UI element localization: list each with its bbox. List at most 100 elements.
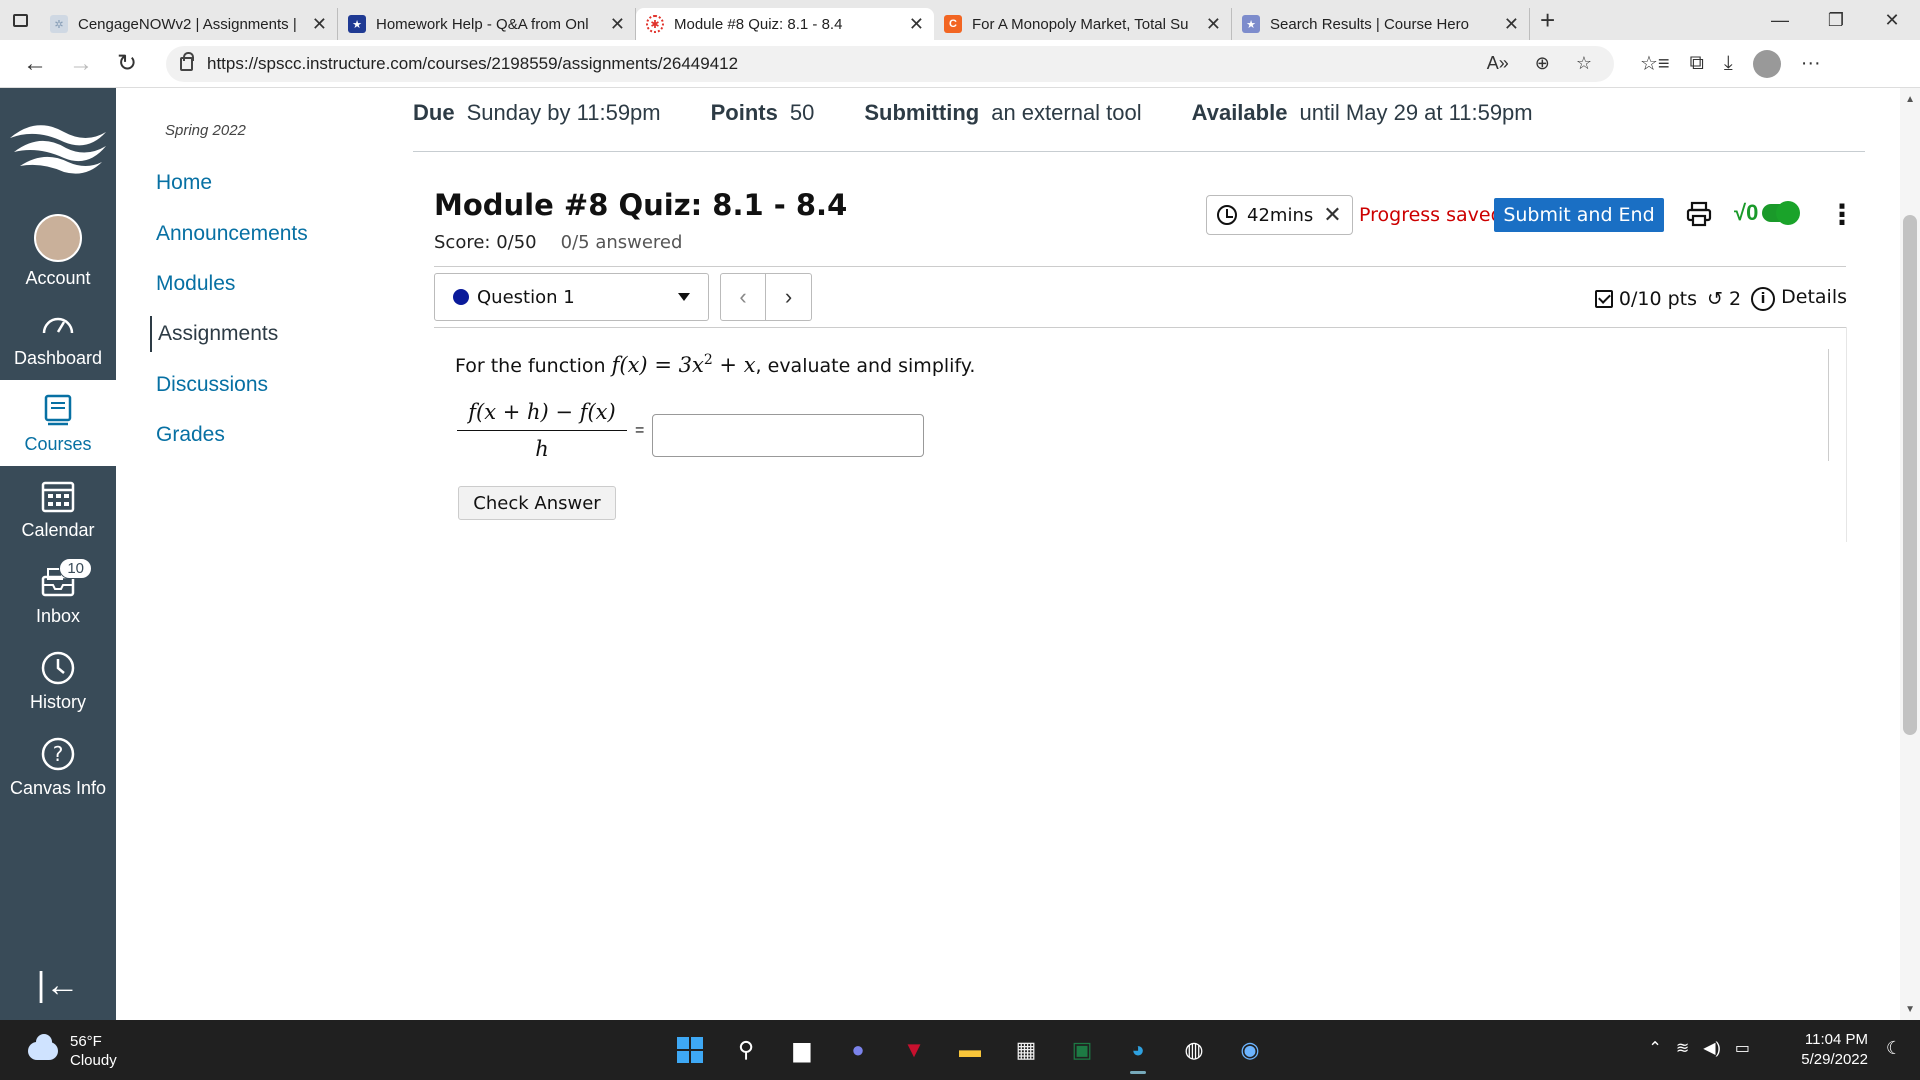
favorites-icon[interactable]: ☆≡ xyxy=(1640,51,1670,76)
taskbar-date: 5/29/2022 xyxy=(1801,1051,1868,1068)
equals-sign: = xyxy=(654,353,679,377)
browser-tab-monopoly[interactable]: C For A Monopoly Market, Total Su ✕ xyxy=(934,8,1232,40)
more-menu-icon[interactable]: ⋮ xyxy=(1828,198,1856,231)
tab-close-icon[interactable]: ✕ xyxy=(1206,14,1221,35)
details-link[interactable]: i Details xyxy=(1751,286,1847,311)
course-nav-home[interactable]: Home xyxy=(156,171,212,195)
tab-actions-button[interactable] xyxy=(0,0,40,40)
tab-title: Search Results | Course Hero xyxy=(1270,15,1469,33)
excel-icon[interactable]: ▣ xyxy=(1062,1030,1102,1070)
browser-tab-course-hero[interactable]: ★ Search Results | Course Hero ✕ xyxy=(1232,8,1530,40)
edge-icon[interactable]: ◕ xyxy=(1118,1030,1158,1074)
notifications-icon[interactable]: ☾ xyxy=(1886,1038,1902,1059)
microsoft-store-icon[interactable]: ▦ xyxy=(1006,1030,1046,1070)
answer-input[interactable] xyxy=(652,414,924,457)
app-circle-icon[interactable]: ◍ xyxy=(1174,1030,1214,1070)
add-favorite-icon[interactable]: ☆ xyxy=(1576,53,1592,74)
dashboard-icon xyxy=(40,306,76,342)
collapse-nav-icon[interactable]: |← xyxy=(0,960,116,1010)
question-status-dot xyxy=(453,289,469,305)
battery-icon[interactable]: ▭ xyxy=(1735,1038,1750,1058)
browser-tab-cengage[interactable]: ✲ CengageNOWv2 | Assignments | ✕ xyxy=(40,8,338,40)
available-value: until May 29 at 11:59pm xyxy=(1299,100,1533,125)
refresh-button[interactable]: ↻ xyxy=(104,41,150,87)
course-nav-grades[interactable]: Grades xyxy=(156,423,225,447)
next-question-button[interactable]: › xyxy=(766,273,812,321)
collections-icon[interactable]: ⧉ xyxy=(1690,52,1704,75)
browser-tab-module-quiz[interactable]: ✱ Module #8 Quiz: 8.1 - 8.4 ✕ xyxy=(636,8,934,40)
search-icon[interactable]: ⚲ xyxy=(726,1030,766,1070)
show-hidden-icons-icon[interactable]: ⌃ xyxy=(1648,1038,1661,1058)
course-nav-assignments[interactable]: Assignments xyxy=(150,316,278,352)
chat-bubble-icon[interactable]: ◉ xyxy=(1230,1030,1270,1070)
canvas-logo[interactable] xyxy=(0,88,116,208)
global-nav-account[interactable]: Account xyxy=(0,208,116,294)
printer-icon[interactable] xyxy=(1686,201,1712,227)
tab-close-icon[interactable]: ✕ xyxy=(1504,14,1519,35)
scroll-up-arrow-icon[interactable]: ▲ xyxy=(1905,94,1915,105)
global-nav-dashboard[interactable]: Dashboard xyxy=(0,294,116,380)
math-palette-toggle[interactable]: √0 xyxy=(1734,200,1801,226)
wifi-icon[interactable]: ≋ xyxy=(1676,1038,1689,1058)
timer[interactable]: 42mins ✕ xyxy=(1206,195,1353,235)
restore-button[interactable]: ❐ xyxy=(1808,0,1864,40)
global-nav-courses[interactable]: Courses xyxy=(0,380,116,466)
tab-close-icon[interactable]: ✕ xyxy=(909,14,924,35)
profile-avatar[interactable] xyxy=(1752,49,1781,78)
answer-equals-sign: = xyxy=(635,422,645,439)
taskbar-clock[interactable]: 11:04 PM 5/29/2022 xyxy=(1801,1030,1868,1070)
file-explorer-icon[interactable]: ▬ xyxy=(950,1030,990,1070)
assignment-details: Due Sunday by 11:59pm Points 50 Submitting… xyxy=(413,100,1533,126)
global-nav-canvas-info[interactable]: ? Canvas Info xyxy=(0,724,116,810)
global-nav-label: Account xyxy=(25,267,91,288)
mcafee-icon[interactable]: ▼ xyxy=(894,1030,934,1070)
close-timer-icon[interactable]: ✕ xyxy=(1323,203,1341,228)
url-field[interactable]: https://spscc.instructure.com/courses/21… xyxy=(166,45,1614,82)
browser-tab-homework-help[interactable]: ★ Homework Help - Q&A from Onl ✕ xyxy=(338,8,636,40)
submitting-label: Submitting xyxy=(864,100,980,125)
read-aloud-icon[interactable]: A» xyxy=(1487,53,1509,74)
forward-button[interactable]: → xyxy=(58,41,104,87)
global-nav-label: Inbox xyxy=(35,605,81,626)
close-window-button[interactable]: ✕ xyxy=(1864,0,1920,40)
new-tab-button[interactable]: + xyxy=(1540,5,1555,36)
check-answer-button[interactable]: Check Answer xyxy=(458,486,616,520)
question-select[interactable]: Question 1 xyxy=(434,273,709,321)
weather-condition: Cloudy xyxy=(70,1052,117,1069)
zoom-icon[interactable]: ⊕ xyxy=(1535,53,1550,74)
downloads-icon[interactable]: ⤓ xyxy=(1724,52,1733,75)
global-nav-history[interactable]: History xyxy=(0,638,116,724)
back-button[interactable]: ← xyxy=(12,41,58,87)
global-nav-inbox[interactable]: 10 Inbox xyxy=(0,552,116,638)
question-points: 0/10 pts xyxy=(1618,287,1698,310)
start-button[interactable] xyxy=(670,1030,710,1070)
submitting-value: an external tool xyxy=(991,100,1142,125)
minimize-button[interactable]: — xyxy=(1752,0,1808,40)
scrollbar-thumb[interactable] xyxy=(1903,215,1917,735)
toggle-switch[interactable] xyxy=(1762,201,1801,225)
tab-close-icon[interactable]: ✕ xyxy=(610,14,625,35)
course-nav-announcements[interactable]: Announcements xyxy=(156,222,308,246)
volume-icon[interactable]: ◀) xyxy=(1703,1038,1721,1058)
question-meta: 0/10 pts ↺ 2 i Details xyxy=(1594,286,1847,311)
previous-question-button[interactable]: ‹ xyxy=(720,273,766,321)
teams-chat-icon[interactable]: ● xyxy=(838,1030,878,1070)
progress-status: Progress saved xyxy=(1359,204,1503,226)
submitting-detail: Submitting an external tool xyxy=(864,100,1141,126)
task-view-icon[interactable]: ▆ xyxy=(782,1030,822,1070)
course-nav-discussions[interactable]: Discussions xyxy=(156,373,268,397)
more-options-icon[interactable]: ··· xyxy=(1801,52,1821,75)
weather-widget[interactable]: 56°F Cloudy xyxy=(28,1032,117,1070)
scroll-down-arrow-icon[interactable]: ▼ xyxy=(1905,1004,1915,1015)
global-nav-calendar[interactable]: Calendar xyxy=(0,466,116,552)
submit-and-end-button[interactable]: Submit and End xyxy=(1494,198,1664,232)
question-divider xyxy=(434,327,1846,328)
tab-close-icon[interactable]: ✕ xyxy=(312,14,327,35)
available-detail: Available until May 29 at 11:59pm xyxy=(1192,100,1533,126)
account-avatar xyxy=(34,213,82,262)
course-nav-modules[interactable]: Modules xyxy=(156,272,235,296)
points-value: 50 xyxy=(789,100,815,125)
question-frame-rule xyxy=(1846,327,1847,542)
windows-taskbar: 56°F Cloudy ⚲ ▆ ● ▼ ▬ ▦ ▣ ◕ ◍ ◉ ⌃ ≋ ◀) ▭… xyxy=(0,1020,1920,1080)
address-bar: ← → ↻ https://spscc.instructure.com/cour… xyxy=(0,40,1920,88)
